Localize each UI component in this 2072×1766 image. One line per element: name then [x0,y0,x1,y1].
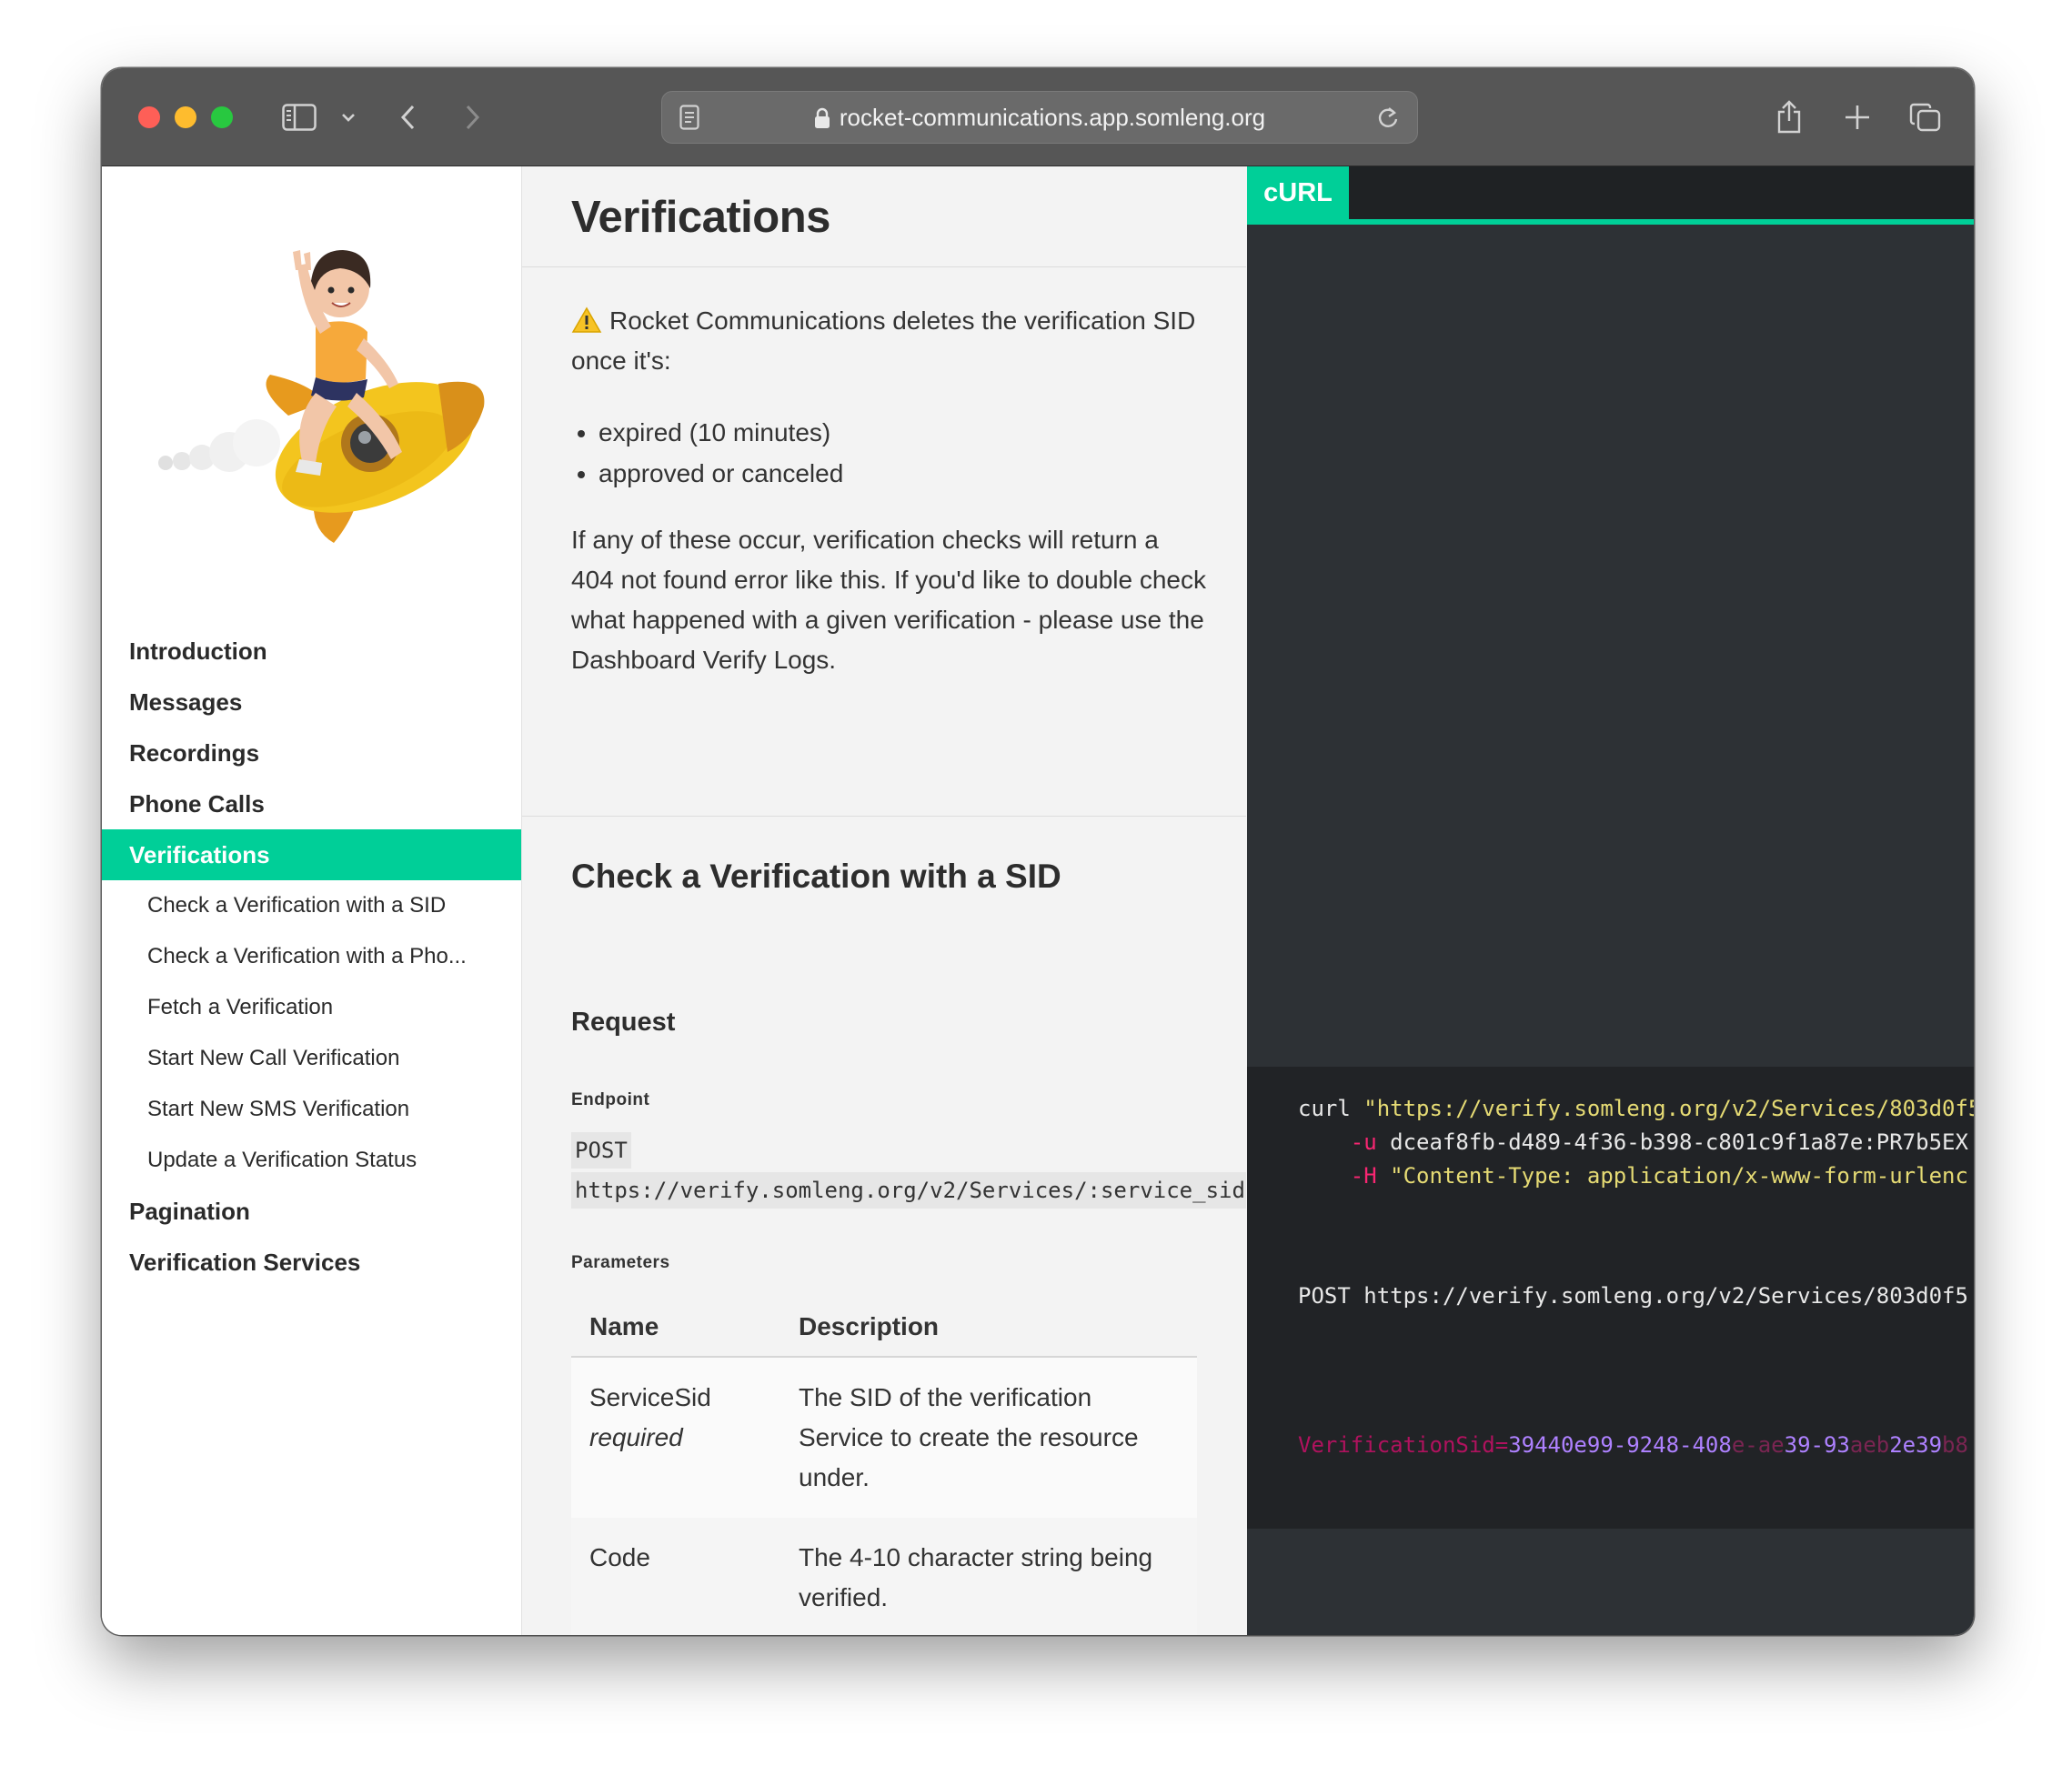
param-name-cell: Code [571,1518,780,1635]
table-row: Code The 4-10 character string being ver… [571,1518,1197,1635]
sidebar-toggle-icon[interactable] [279,97,319,137]
code-line: -H "Content-Type: application/x-www-form… [1298,1163,1968,1189]
lock-icon [814,95,830,146]
warning-paragraph: Rocket Communications deletes the verifi… [571,301,1208,381]
sidebar-item-pagination[interactable]: Pagination [102,1186,521,1237]
endpoint-label: Endpoint [571,1090,650,1109]
list-item: approved or canceled [598,453,843,494]
sidebar-item-phone-calls[interactable]: Phone Calls [102,778,521,829]
code-panel: cURL curl "https://verify.somleng.org/v2… [1247,166,1974,1635]
code-token: e-ae [1731,1432,1785,1458]
endpoint-code: POST https://verify.somleng.org/v2/Servi… [571,1130,1246,1210]
code-block: curl "https://verify.somleng.org/v2/Serv… [1247,1067,1974,1529]
code-token: 39440e99-9248-408 [1508,1432,1732,1458]
endpoint-text: POST https://verify.somleng.org/v2/Servi… [571,1132,1246,1209]
parameters-table: Name Description ServiceSid required The… [571,1292,1197,1635]
sidebar-subitem-start-sms-verification[interactable]: Start New SMS Verification [102,1084,521,1135]
intro-section: Verifications Rocket Communications dele… [522,166,1246,817]
browser-toolbar: rocket-communications.app.somleng.org [102,68,1974,166]
sidebar-item-verifications[interactable]: Verifications [102,829,521,880]
browser-window: rocket-communications.app.somleng.org In… [102,68,1974,1635]
deletion-conditions-list: expired (10 minutes) approved or cancele… [571,412,843,494]
sidebar: Introduction Messages Recordings Phone C… [102,166,522,1635]
warning-icon [571,306,609,335]
code-token: b8 [1942,1432,1968,1458]
page-title: Verifications [571,193,830,242]
reload-icon[interactable] [1372,97,1404,137]
sidebar-subitem-start-call-verification[interactable]: Start New Call Verification [102,1033,521,1084]
page-title-bar: Verifications [522,166,1246,267]
sidebar-item-introduction[interactable]: Introduction [102,626,521,677]
code-token: 39-93 [1784,1432,1850,1458]
column-header-name: Name [571,1292,780,1358]
new-tab-icon[interactable] [1839,97,1876,137]
code-tab-bar: cURL [1247,166,1974,225]
code-token: curl [1298,1096,1364,1121]
param-description: The 4-10 character string being verified… [780,1518,1197,1635]
sidebar-subitem-check-with-phone[interactable]: Check a Verification with a Pho... [102,931,521,982]
sidebar-nav: Introduction Messages Recordings Phone C… [102,626,521,1288]
code-token: VerificationSid= [1298,1432,1509,1458]
sidebar-item-recordings[interactable]: Recordings [102,727,521,778]
code-line: curl "https://verify.somleng.org/v2/Serv… [1298,1096,1974,1121]
share-icon[interactable] [1771,97,1807,137]
warning-text: Rocket Communications deletes the verifi… [571,306,1196,375]
sidebar-item-verification-services[interactable]: Verification Services [102,1237,521,1288]
sidebar-item-messages[interactable]: Messages [102,677,521,727]
code-token: -u [1350,1129,1377,1155]
column-header-description: Description [780,1292,1197,1358]
code-token: "https://verify.somleng.org/v2/Services/… [1363,1096,1974,1121]
param-name-cell: ServiceSid required [571,1357,780,1518]
address-bar[interactable]: rocket-communications.app.somleng.org [661,91,1418,144]
tab-overview-icon[interactable] [1907,97,1944,137]
param-description: The SID of the verification Service to c… [780,1357,1197,1518]
code-token: "Content-Type: application/x-www-form-ur… [1376,1163,1968,1189]
code-token: -H [1350,1163,1377,1189]
main-content: Verifications Rocket Communications dele… [522,166,1246,1635]
sidebar-subitem-fetch-verification[interactable]: Fetch a Verification [102,982,521,1033]
info-paragraph: If any of these occur, verification chec… [571,526,1206,674]
code-token: aeb [1849,1432,1890,1458]
rocket-mascot-illustration [129,225,493,552]
code-line: VerificationSid=39440e99-9248-408e-ae39-… [1298,1432,1968,1458]
section-title: Check a Verification with a SID [571,858,1061,895]
param-name: ServiceSid [589,1383,711,1411]
url-text: rocket-communications.app.somleng.org [839,104,1266,131]
code-token: dceaf8fb-d489-4f36-b398-c801c9f1a87e:PR7… [1376,1129,1968,1155]
parameters-label: Parameters [571,1253,670,1272]
url-display[interactable]: rocket-communications.app.somleng.org [662,92,1417,143]
tab-curl[interactable]: cURL [1247,166,1349,219]
page-content: Introduction Messages Recordings Phone C… [102,166,1974,1635]
list-item: expired (10 minutes) [598,412,843,453]
chevron-down-icon[interactable] [337,97,360,137]
forward-icon[interactable] [458,97,486,137]
zoom-window-button[interactable] [211,106,233,128]
back-icon[interactable] [395,97,422,137]
code-line: POST https://verify.somleng.org/v2/Servi… [1298,1283,1968,1309]
request-heading: Request [571,1008,676,1037]
sidebar-subitem-check-with-sid[interactable]: Check a Verification with a SID [102,880,521,931]
code-line: -u dceaf8fb-d489-4f36-b398-c801c9f1a87e:… [1298,1129,1968,1155]
code-token: 2e39 [1889,1432,1943,1458]
sidebar-subitem-update-status[interactable]: Update a Verification Status [102,1135,521,1186]
table-row: ServiceSid required The SID of the verif… [571,1357,1197,1518]
minimize-window-button[interactable] [175,106,196,128]
param-name: Code [589,1543,650,1571]
table-header-row: Name Description [571,1292,1197,1358]
close-window-button[interactable] [138,106,160,128]
param-required: required [589,1423,683,1451]
